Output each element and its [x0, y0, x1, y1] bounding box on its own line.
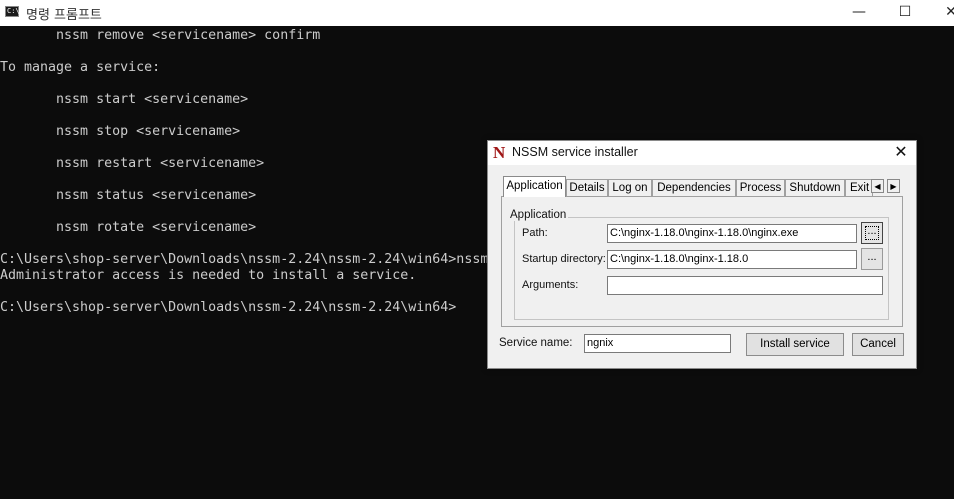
maximize-button[interactable]: ☐ — [882, 0, 928, 26]
dialog-title: NSSM service installer — [512, 145, 638, 159]
console-line: nssm status <servicename> — [0, 188, 257, 203]
command-prompt-icon: C:\ — [5, 6, 20, 17]
nssm-installer-dialog: N NSSM service installer ✕ Application D… — [487, 140, 917, 369]
tab-dependencies[interactable]: Dependencies — [652, 179, 736, 196]
service-name-label: Service name: — [499, 337, 573, 349]
tab-application[interactable]: Application — [503, 176, 566, 197]
close-button[interactable]: ✕ — [928, 0, 954, 26]
application-group-label: Application — [508, 209, 569, 221]
tab-scroll-left-icon[interactable]: ◀ — [871, 179, 884, 193]
tab-exit[interactable]: Exit — [845, 179, 873, 196]
console-line: nssm start <servicename> — [0, 92, 249, 107]
tab-details[interactable]: Details — [566, 179, 608, 196]
startup-browse-button[interactable]: ... — [861, 248, 883, 270]
console-line: nssm restart <servicename> — [0, 156, 265, 171]
console-prompt: C:\Users\shop-server\Downloads\nssm-2.24… — [0, 300, 457, 315]
arguments-input[interactable] — [607, 276, 883, 295]
tab-strip: Application Details Log on Dependencies … — [501, 176, 903, 197]
path-browse-label: ... — [865, 226, 879, 240]
console-line: Administrator access is needed to instal… — [0, 268, 417, 283]
tab-scroll-right-icon[interactable]: ▶ — [887, 179, 900, 193]
cancel-button[interactable]: Cancel — [852, 333, 904, 356]
console-line: C:\Users\shop-server\Downloads\nssm-2.24… — [0, 252, 489, 267]
install-service-button[interactable]: Install service — [746, 333, 844, 356]
path-browse-button[interactable]: ... — [861, 222, 883, 244]
arguments-label: Arguments: — [522, 279, 579, 291]
console-titlebar: C:\ 명령 프롬프트 — ☐ ✕ — [0, 0, 954, 26]
service-name-input[interactable]: ngnix — [584, 334, 731, 353]
console-line: nssm rotate <servicename> — [0, 220, 257, 235]
startup-directory-input[interactable]: C:\nginx-1.18.0\nginx-1.18.0 — [607, 250, 857, 269]
path-label: Path: — [522, 227, 548, 239]
console-line: nssm stop <servicename> — [0, 124, 241, 139]
tab-log-on[interactable]: Log on — [608, 179, 652, 196]
tab-process[interactable]: Process — [736, 179, 785, 196]
path-input[interactable]: C:\nginx-1.18.0\nginx-1.18.0\nginx.exe — [607, 224, 857, 243]
console-line: nssm remove <servicename> confirm — [0, 28, 321, 43]
minimize-button[interactable]: — — [836, 0, 882, 26]
window-title: 명령 프롬프트 — [26, 8, 102, 23]
dialog-titlebar: N NSSM service installer ✕ — [488, 141, 916, 165]
console-line: To manage a service: — [0, 60, 161, 75]
dialog-close-button[interactable]: ✕ — [886, 141, 916, 165]
tab-shutdown[interactable]: Shutdown — [785, 179, 845, 196]
nssm-logo-icon: N — [493, 143, 506, 162]
startup-directory-label: Startup directory: — [522, 253, 606, 265]
